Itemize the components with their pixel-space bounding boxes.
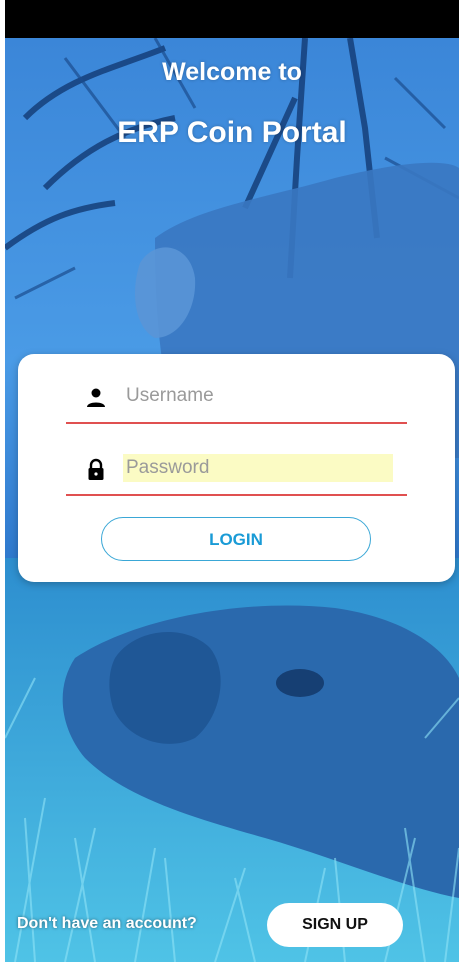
username-field	[66, 378, 407, 424]
password-field	[66, 450, 407, 496]
welcome-text: Welcome to	[162, 58, 302, 86]
login-card: LOGIN	[18, 354, 455, 582]
status-bar	[5, 0, 459, 38]
app-title: ERP Coin Portal	[117, 116, 347, 149]
login-button[interactable]: LOGIN	[101, 517, 371, 561]
person-icon	[84, 386, 108, 410]
password-input[interactable]	[123, 454, 393, 482]
username-input[interactable]	[123, 382, 393, 410]
login-screen: Welcome to ERP Coin Portal LOGIN Don't h…	[5, 0, 459, 962]
lock-icon	[84, 458, 108, 482]
no-account-text: Don't have an account?	[17, 915, 197, 932]
sign-up-button[interactable]: SIGN UP	[267, 903, 403, 947]
